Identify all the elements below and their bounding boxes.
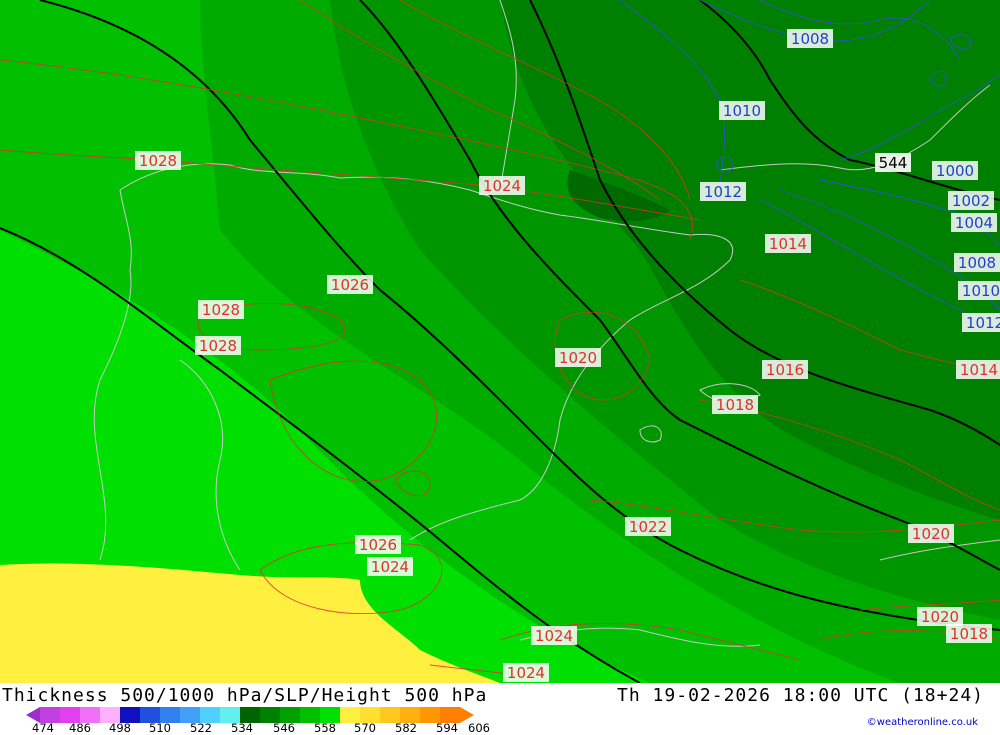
slp-label: 1024 (531, 626, 577, 645)
height-label: 544 (875, 153, 911, 172)
slp-label: 1014 (765, 234, 811, 253)
slp-label: 1020 (555, 348, 601, 367)
map-title: Thickness 500/1000 hPa/SLP/Height 500 hP… (2, 685, 488, 706)
svg-text:1028: 1028 (199, 337, 237, 355)
slp-label: 1016 (762, 360, 808, 379)
slp-label: 1028 (198, 300, 244, 319)
slp-label: 1014 (956, 360, 1000, 379)
svg-text:1016: 1016 (766, 361, 804, 379)
slp-label: 1020 (908, 524, 954, 543)
map-footer: Thickness 500/1000 hPa/SLP/Height 500 hP… (0, 683, 1000, 735)
slp-label: 1024 (367, 557, 413, 576)
svg-text:1028: 1028 (139, 152, 177, 170)
valid-time: Th 19-02-2026 18:00 UTC (18+24) (617, 685, 984, 706)
slp-label: 1024 (479, 176, 525, 195)
svg-text:1026: 1026 (359, 536, 397, 554)
credit-link[interactable]: ©weatheronline.co.uk (867, 717, 978, 728)
slp-label-low: 1010 (719, 101, 765, 120)
svg-text:1024: 1024 (507, 664, 545, 682)
slp-label-low: 1010 (958, 281, 1000, 300)
svg-text:1026: 1026 (331, 276, 369, 294)
slp-label-low: 1004 (951, 213, 997, 232)
slp-label: 1028 (195, 336, 241, 355)
svg-text:1018: 1018 (716, 396, 754, 414)
svg-text:1014: 1014 (769, 235, 807, 253)
slp-label: 1018 (712, 395, 758, 414)
slp-label: 1018 (946, 624, 992, 643)
svg-text:1008: 1008 (791, 30, 829, 48)
slp-label-low: 1008 (787, 29, 833, 48)
svg-text:1020: 1020 (921, 608, 959, 626)
slp-label: 1020 (917, 607, 963, 626)
slp-label: 1028 (135, 151, 181, 170)
slp-label-low: 1008 (954, 253, 1000, 272)
svg-text:1022: 1022 (629, 518, 667, 536)
svg-text:1008: 1008 (958, 254, 996, 272)
svg-text:544: 544 (879, 154, 908, 172)
slp-label: 1026 (355, 535, 401, 554)
svg-text:1010: 1010 (962, 282, 1000, 300)
svg-text:1000: 1000 (936, 162, 974, 180)
slp-label: 1024 (503, 663, 549, 682)
svg-text:1024: 1024 (483, 177, 521, 195)
slp-label-low: 1002 (948, 191, 994, 210)
svg-text:1004: 1004 (955, 214, 993, 232)
svg-text:1010: 1010 (723, 102, 761, 120)
svg-text:1024: 1024 (371, 558, 409, 576)
svg-text:1012: 1012 (704, 183, 742, 201)
svg-text:1028: 1028 (202, 301, 240, 319)
svg-text:1018: 1018 (950, 625, 988, 643)
svg-text:1020: 1020 (559, 349, 597, 367)
slp-label-low: 1000 (932, 161, 978, 180)
slp-label-low: 1012 (962, 313, 1000, 332)
svg-text:1024: 1024 (535, 627, 573, 645)
slp-label: 1026 (327, 275, 373, 294)
svg-text:1012: 1012 (966, 314, 1000, 332)
weather-map: 1028 1024 1026 1028 1028 1020 1014 1016 … (0, 0, 1000, 683)
slp-label-low: 1012 (700, 182, 746, 201)
svg-text:1014: 1014 (960, 361, 998, 379)
svg-text:1020: 1020 (912, 525, 950, 543)
slp-label: 1022 (625, 517, 671, 536)
svg-text:1002: 1002 (952, 192, 990, 210)
color-scale (26, 707, 474, 723)
